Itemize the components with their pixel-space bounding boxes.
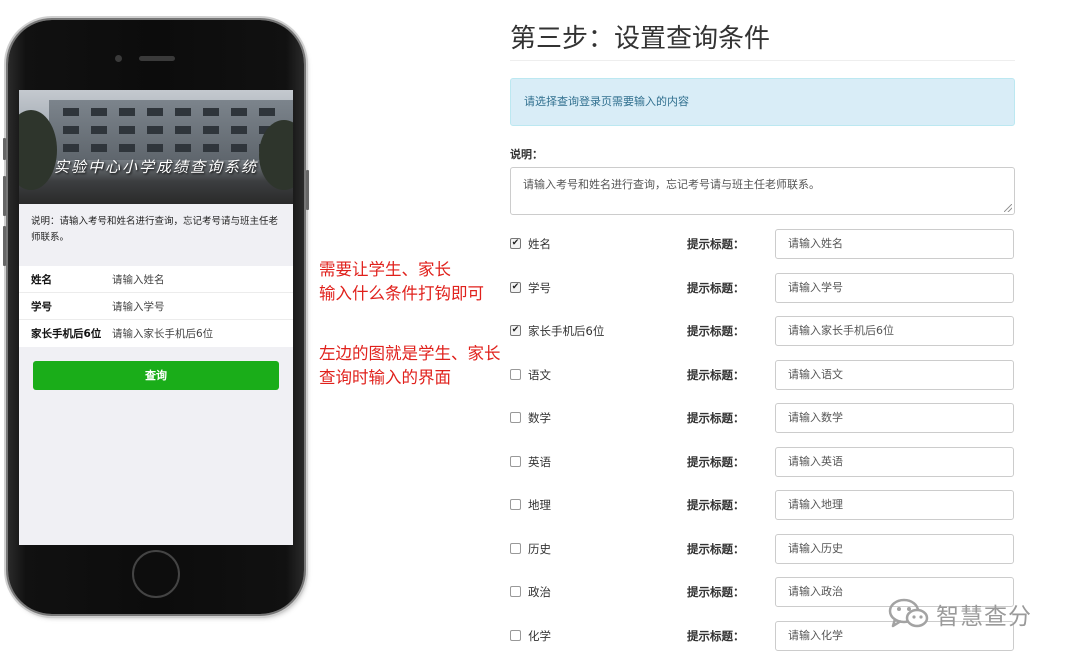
field-label: 学号	[31, 300, 52, 313]
condition-row-chinese: 语文 提示标题： 请输入语文	[510, 359, 1015, 390]
annotation-preview-hint: 左边的图就是学生、家长 查询时输入的界面	[319, 342, 501, 390]
annotation-checkbox-hint: 需要让学生、家长 输入什么条件打钩即可	[319, 258, 484, 306]
phone-speaker	[139, 56, 175, 61]
watermark: 智慧查分	[888, 596, 1032, 632]
login-row-student-id[interactable]: 学号 请输入学号	[19, 293, 293, 320]
hint-title-label: 提示标题：	[687, 324, 745, 338]
hint-title-label: 提示标题：	[687, 498, 745, 512]
condition-checkbox[interactable]	[510, 499, 521, 510]
annotation-line: 需要让学生、家长	[319, 260, 451, 279]
description-label: 说明：	[510, 148, 543, 161]
school-banner: 实验中心小学成绩查询系统	[19, 90, 293, 204]
condition-row-math: 数学 提示标题： 请输入数学	[510, 403, 1015, 433]
hint-title-input[interactable]: 请输入英语	[775, 446, 1014, 477]
hint-title-input[interactable]: 请输入学号	[775, 272, 1014, 303]
hint-title-label: 提示标题：	[687, 280, 745, 295]
condition-row-english: 英语 提示标题： 请输入英语	[510, 446, 1015, 477]
phone-camera	[115, 55, 122, 62]
phone-home-button[interactable]	[132, 550, 180, 598]
annotation-line: 左边的图就是学生、家长	[319, 344, 501, 363]
condition-name: 语文	[528, 367, 551, 382]
wechat-icon	[888, 598, 929, 628]
school-building-photo	[49, 100, 293, 160]
hint-title-input[interactable]: 请输入地理	[775, 490, 1014, 520]
info-alert: 请选择查询登录页需要输入的内容	[510, 78, 1015, 126]
condition-name: 政治	[528, 585, 551, 599]
student-id-input[interactable]: 请输入学号	[112, 299, 165, 314]
resize-grip-icon[interactable]	[1004, 204, 1012, 212]
hint-title-input[interactable]: 请输入历史	[775, 533, 1014, 564]
hint-title-label: 提示标题：	[687, 628, 745, 643]
condition-name: 数学	[528, 411, 551, 425]
condition-name: 学号	[528, 280, 551, 295]
query-instructions: 说明：请输入考号和姓名进行查询，忘记考号请与班主任老师联系。	[31, 216, 279, 243]
condition-checkbox[interactable]: ✔	[510, 325, 521, 336]
title-divider	[510, 60, 1015, 61]
hint-title-input[interactable]: 请输入姓名	[775, 229, 1014, 259]
hint-title-input[interactable]: 请输入语文	[775, 359, 1014, 390]
condition-checkbox[interactable]: ✔	[510, 281, 521, 293]
hint-title-label: 提示标题：	[687, 454, 745, 469]
condition-row-geography: 地理 提示标题： 请输入地理	[510, 490, 1015, 520]
hint-title-input[interactable]: 请输入数学	[775, 403, 1014, 433]
query-button[interactable]: 查询	[33, 361, 279, 390]
hint-title-label: 提示标题：	[687, 411, 745, 425]
condition-name: 英语	[528, 454, 551, 469]
watermark-text: 智慧查分	[936, 604, 1032, 630]
banner-title: 实验中心小学成绩查询系统	[53, 158, 258, 176]
name-input[interactable]: 请输入姓名	[112, 272, 165, 287]
condition-checkbox[interactable]	[510, 542, 521, 554]
annotation-line: 查询时输入的界面	[319, 368, 451, 387]
condition-checkbox[interactable]	[510, 586, 521, 597]
condition-checkbox[interactable]	[510, 368, 521, 380]
hint-title-label: 提示标题：	[687, 367, 745, 382]
login-row-name[interactable]: 姓名 请输入姓名	[19, 266, 293, 293]
condition-row-history: 历史 提示标题： 请输入历史	[510, 533, 1015, 564]
description-text: 请输入考号和姓名进行查询，忘记考号请与班主任老师联系。	[523, 178, 820, 191]
condition-name: 姓名	[528, 237, 551, 251]
field-label: 姓名	[31, 273, 52, 286]
condition-checkbox[interactable]	[510, 455, 521, 467]
condition-row-name: ✔ 姓名 提示标题： 请输入姓名	[510, 229, 1015, 259]
hint-title-input[interactable]: 请输入家长手机后6位	[775, 316, 1014, 346]
phone-mockup: 实验中心小学成绩查询系统 说明：请输入考号和姓名进行查询，忘记考号请与班主任老师…	[3, 20, 309, 614]
description-textarea[interactable]: 请输入考号和姓名进行查询，忘记考号请与班主任老师联系。	[510, 167, 1015, 215]
page-title: 第三步：设置查询条件	[510, 24, 771, 54]
field-label: 家长手机后6位	[31, 328, 102, 340]
phone-screen: 实验中心小学成绩查询系统 说明：请输入考号和姓名进行查询，忘记考号请与班主任老师…	[19, 90, 293, 545]
condition-name: 化学	[528, 628, 551, 643]
condition-checkbox[interactable]: ✔	[510, 238, 521, 249]
condition-row-parent-phone: ✔ 家长手机后6位 提示标题： 请输入家长手机后6位	[510, 316, 1015, 346]
phone-volume-down	[3, 226, 6, 266]
annotation-line: 输入什么条件打钩即可	[319, 284, 484, 303]
condition-row-student-id: ✔ 学号 提示标题： 请输入学号	[510, 272, 1015, 303]
hint-title-label: 提示标题：	[687, 585, 745, 599]
hint-title-label: 提示标题：	[687, 541, 745, 556]
phone-mute-switch	[3, 138, 6, 160]
phone-volume-up	[3, 176, 6, 216]
condition-name: 历史	[528, 541, 551, 556]
hint-title-label: 提示标题：	[687, 237, 745, 251]
login-row-parent-phone[interactable]: 家长手机后6位 请输入家长手机后6位	[19, 320, 293, 347]
condition-checkbox[interactable]	[510, 412, 521, 423]
login-fields: 姓名 请输入姓名 学号 请输入学号 家长手机后6位 请输入家长手机后6位	[19, 266, 293, 347]
condition-checkbox[interactable]	[510, 629, 521, 641]
phone-power-button	[306, 170, 309, 210]
parent-phone-input[interactable]: 请输入家长手机后6位	[112, 326, 213, 341]
condition-name: 家长手机后6位	[528, 324, 605, 338]
condition-name: 地理	[528, 498, 551, 512]
